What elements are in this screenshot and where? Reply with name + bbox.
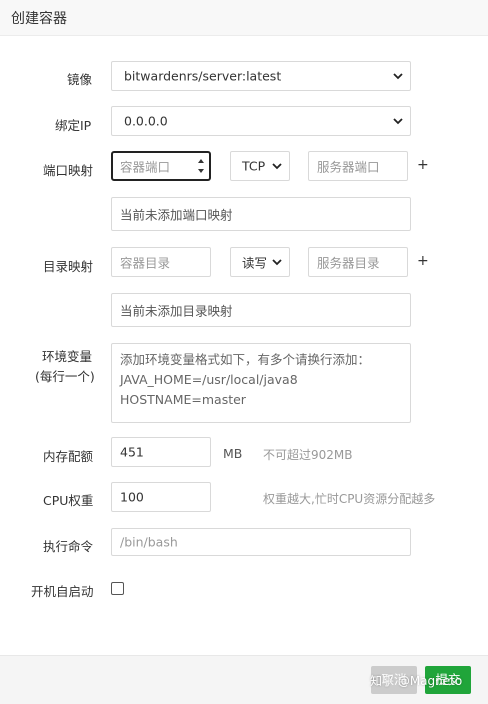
- command-placeholder: /bin/bash: [120, 534, 178, 550]
- container-dir-input[interactable]: 容器目录: [111, 247, 211, 277]
- port-mapping-list: 当前未添加端口映射: [111, 197, 411, 231]
- memory-hint: 不可超过902MB: [263, 448, 353, 462]
- chevron-down-icon: [272, 163, 282, 170]
- server-dir-placeholder: 服务器目录: [317, 255, 380, 271]
- chevron-down-icon: [393, 118, 403, 125]
- cpu-label: CPU权重: [43, 493, 94, 508]
- dialog-header: 创建容器: [0, 0, 488, 36]
- protocol-select[interactable]: TCP: [230, 151, 290, 181]
- dir-mapping-empty-text: 当前未添加目录映射: [120, 303, 233, 319]
- command-input[interactable]: /bin/bash: [111, 528, 411, 556]
- image-select-value: bitwardenrs/server:latest: [124, 68, 282, 84]
- dir-mapping-list: 当前未添加目录映射: [111, 293, 411, 327]
- autostart-checkbox[interactable]: [111, 582, 124, 595]
- watermark: 知乎 @Magneto: [370, 674, 463, 688]
- protocol-select-value: TCP: [242, 158, 266, 174]
- memory-input[interactable]: 451: [111, 437, 211, 467]
- bind-ip-select[interactable]: 0.0.0.0: [111, 106, 411, 136]
- add-dir-mapping-button[interactable]: +: [417, 253, 429, 269]
- command-label: 执行命令: [43, 539, 94, 554]
- dir-mode-select-value: 读写: [242, 255, 268, 271]
- port-mapping-label: 端口映射: [43, 163, 94, 178]
- port-mapping-empty-text: 当前未添加端口映射: [120, 207, 233, 223]
- server-dir-input[interactable]: 服务器目录: [308, 247, 408, 277]
- autostart-label: 开机自启动: [31, 584, 94, 599]
- server-port-input[interactable]: 服务器端口: [308, 151, 408, 181]
- env-placeholder-line: 添加环境变量格式如下，有多个请换行添加：: [120, 352, 371, 367]
- image-label: 镜像: [67, 72, 93, 87]
- cpu-input[interactable]: 100: [111, 482, 211, 512]
- chevron-down-icon: [393, 73, 403, 80]
- memory-unit: MB: [223, 446, 243, 461]
- dir-mapping-label: 目录映射: [43, 259, 94, 274]
- image-select[interactable]: bitwardenrs/server:latest: [111, 61, 411, 91]
- cpu-value: 100: [120, 489, 144, 505]
- env-placeholder-line: HOSTNAME=master: [120, 392, 246, 407]
- dir-mode-select[interactable]: 读写: [230, 247, 290, 277]
- cpu-hint: 权重越大,忙时CPU资源分配越多: [263, 492, 436, 506]
- dialog-title: 创建容器: [11, 11, 67, 27]
- bind-ip-select-value: 0.0.0.0: [124, 113, 168, 129]
- number-stepper-icon[interactable]: [196, 156, 206, 176]
- env-label: 环境变量: [42, 349, 93, 364]
- memory-value: 451: [120, 444, 144, 460]
- container-dir-placeholder: 容器目录: [120, 255, 171, 271]
- env-textarea[interactable]: 添加环境变量格式如下，有多个请换行添加： JAVA_HOME=/usr/loca…: [111, 343, 411, 423]
- server-port-placeholder: 服务器端口: [317, 159, 380, 175]
- env-label-note: (每行一个): [35, 369, 95, 384]
- container-port-placeholder: 容器端口: [120, 159, 171, 175]
- env-placeholder-line: JAVA_HOME=/usr/local/java8: [120, 372, 298, 387]
- container-port-input[interactable]: 容器端口: [111, 151, 211, 181]
- add-port-mapping-button[interactable]: +: [417, 157, 429, 173]
- bind-ip-label: 绑定IP: [55, 118, 92, 133]
- chevron-down-icon: [272, 259, 282, 266]
- memory-label: 内存配额: [43, 449, 94, 464]
